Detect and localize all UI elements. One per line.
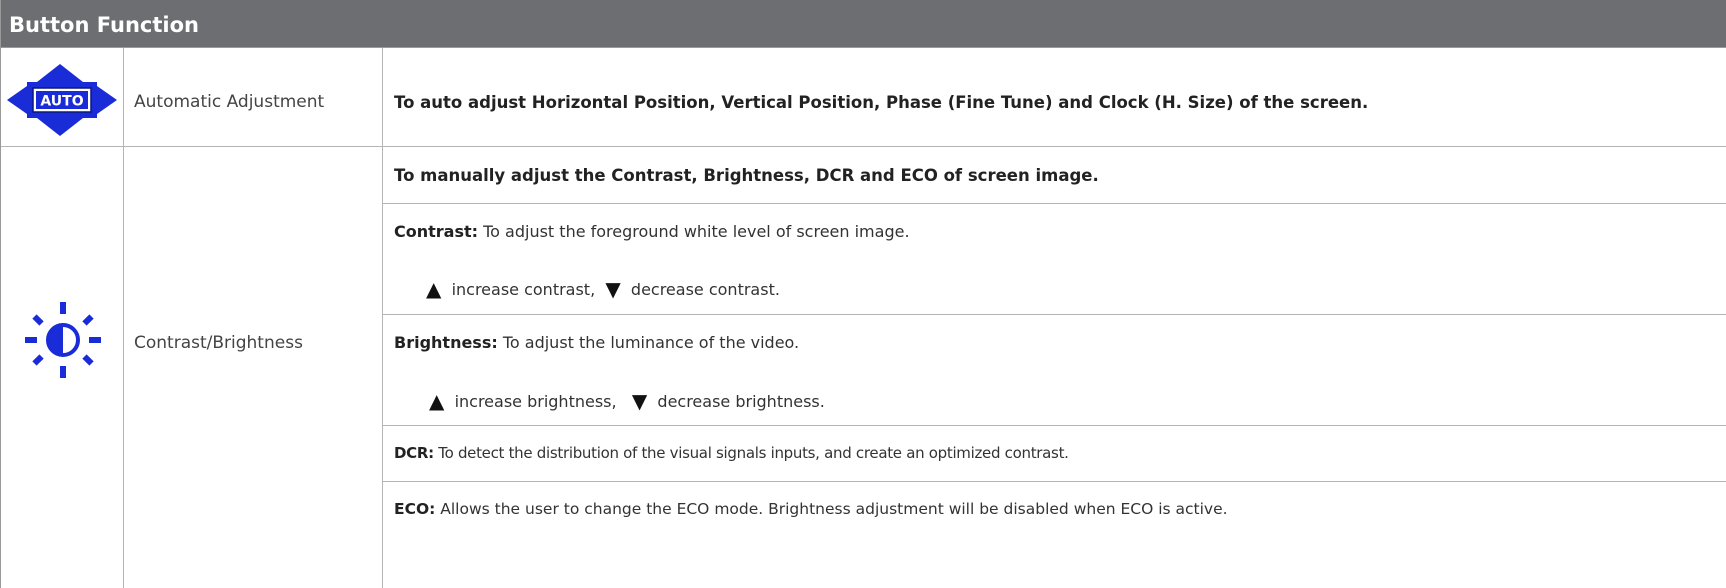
row-description-automatic-adjustment: To auto adjust Horizontal Position, Vert… (394, 93, 1369, 112)
row-name-contrast-brightness: Contrast/Brightness (134, 333, 303, 353)
dcr-text: To detect the distribution of the visual… (433, 444, 1069, 462)
triangle-down-icon: ▼ (631, 389, 648, 413)
dcr-term: DCR: (394, 444, 434, 462)
column-divider-name (382, 48, 383, 588)
eco-description: ECO: Allows the user to change the ECO m… (394, 500, 1228, 518)
contrast-decrease-text: decrease contrast. (630, 280, 780, 299)
contrast-brightness-intro: To manually adjust the Contrast, Brightn… (394, 166, 1099, 185)
triangle-down-icon: ▼ (605, 277, 621, 301)
triangle-up-icon: ▲ (426, 277, 442, 301)
contrast-term: Contrast: (394, 222, 479, 241)
column-divider-icon (123, 48, 124, 588)
brightness-description: Brightness: To adjust the luminance of t… (394, 333, 799, 352)
row-divider-main (1, 146, 1726, 147)
contrast-text: To adjust the foreground white level of … (478, 222, 910, 241)
brightness-controls: ▲ increase brightness, ▼ decrease bright… (429, 389, 825, 413)
table-header: Button Function (1, 0, 1726, 48)
contrast-description: Contrast: To adjust the foreground white… (394, 222, 910, 241)
brightness-decrease-text: decrease brightness. (657, 392, 825, 411)
table-title: Button Function (9, 13, 199, 37)
brightness-sun-icon[interactable] (23, 300, 103, 380)
row-divider-contrast (382, 314, 1726, 315)
row-divider-dcr (382, 481, 1726, 482)
brightness-term: Brightness: (394, 333, 498, 352)
row-divider-brightness (382, 425, 1726, 426)
auto-adjust-icon[interactable]: AUTO (5, 62, 119, 138)
svg-text:AUTO: AUTO (40, 94, 83, 110)
row-name-automatic-adjustment: Automatic Adjustment (134, 92, 325, 112)
dcr-description: DCR: To detect the distribution of the v… (394, 444, 1069, 462)
row-divider-intro (382, 203, 1726, 204)
brightness-increase-text: increase brightness, (454, 392, 617, 411)
contrast-increase-text: increase contrast, (451, 280, 596, 299)
brightness-text: To adjust the luminance of the video. (497, 333, 800, 352)
contrast-controls: ▲ increase contrast, ▼ decrease contrast… (426, 277, 780, 301)
eco-text: Allows the user to change the ECO mode. … (435, 500, 1228, 518)
eco-term: ECO: (394, 500, 436, 518)
triangle-up-icon: ▲ (429, 389, 445, 413)
button-function-table: Button Function AUTO Automatic Adjustmen… (0, 0, 1726, 588)
